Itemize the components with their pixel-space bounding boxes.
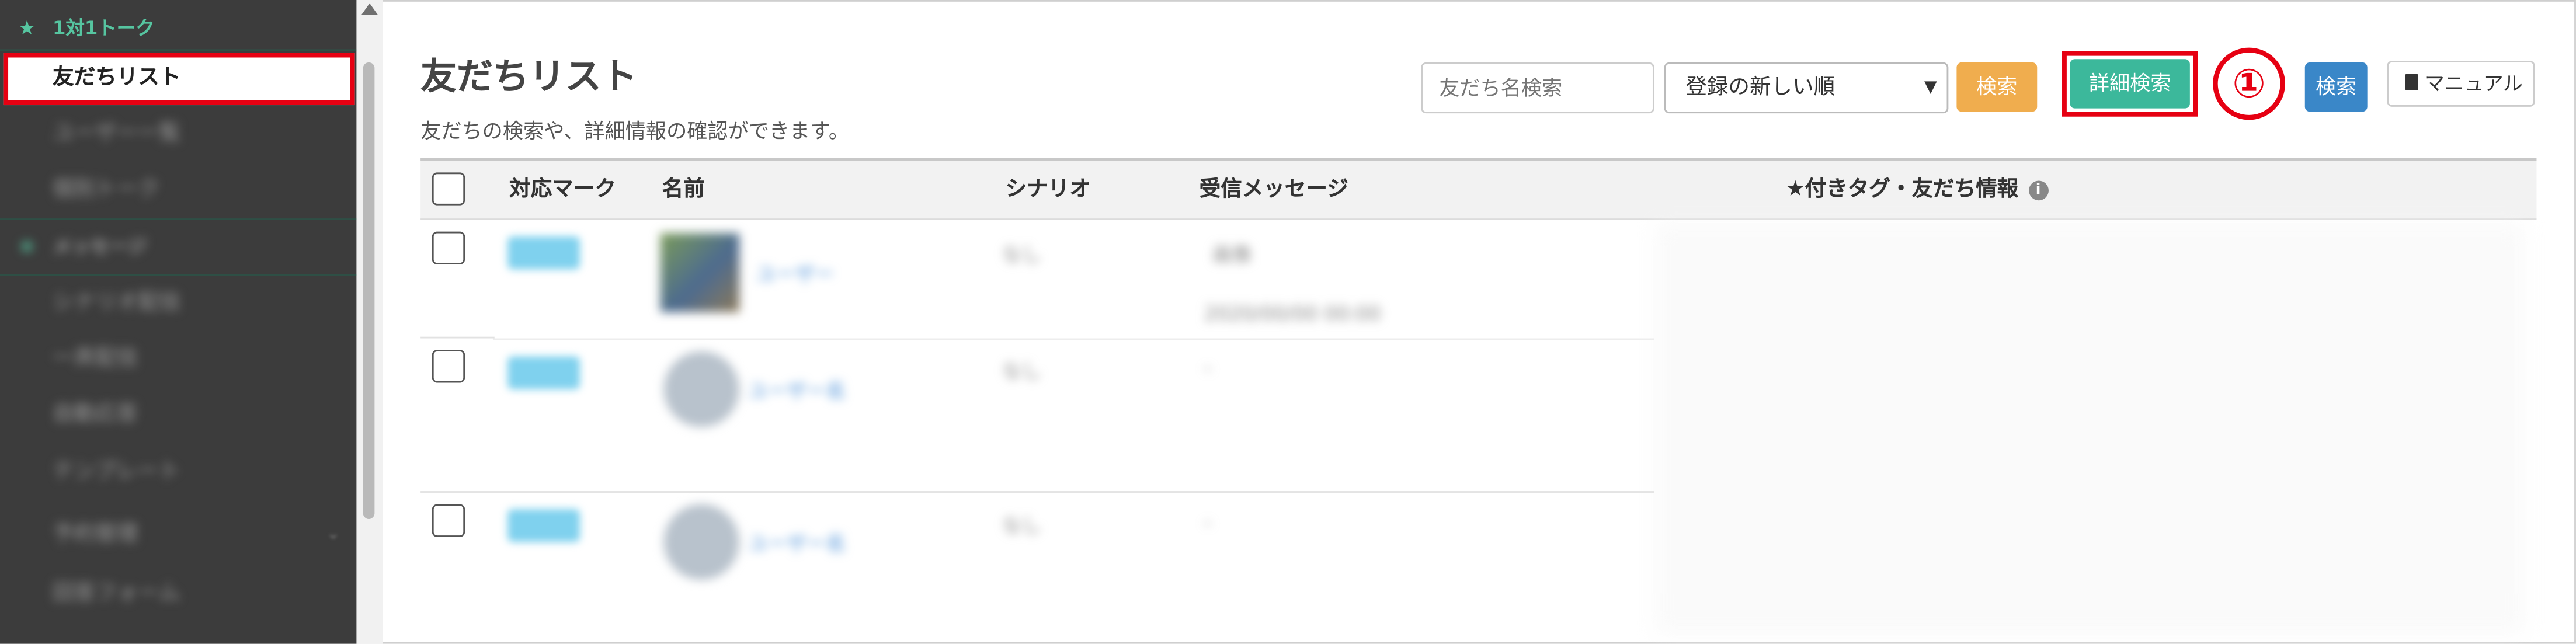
column-header-tags-info: ★付きタグ・友だち情報 i (1786, 161, 2048, 220)
sidebar-section-1on1-talk[interactable]: ★ 1対1トーク (0, 0, 356, 56)
scenario-cell: なし (1002, 243, 1042, 266)
column-header-received-message[interactable]: 受信メッセージ (1200, 161, 1348, 220)
star-icon: ★ (18, 16, 36, 40)
sidebar: ★ 1対1トーク 友だちリスト ユーザー一覧 個別トーク ★ メッセージ シナリ… (0, 0, 357, 644)
sidebar-item-label: 友だちリスト (53, 65, 181, 90)
document-icon (2405, 74, 2418, 90)
chevron-down-icon: ▼ (1924, 79, 1937, 97)
scroll-up-arrow-icon[interactable] (361, 3, 378, 15)
avatar (663, 504, 739, 580)
sidebar-item-label: 予約管理 (53, 522, 138, 547)
sidebar-item-label: 一斉配信 (53, 346, 138, 371)
sidebar-item-label: シナリオ配信 (53, 290, 181, 316)
column-header-name[interactable]: 名前 (662, 161, 705, 220)
status-badge (507, 236, 580, 270)
sidebar-divider (0, 49, 357, 51)
column-header-scenario[interactable]: シナリオ (1006, 161, 1091, 220)
row-checkbox[interactable] (432, 231, 465, 264)
sidebar-item-label: 自動応答 (53, 402, 138, 427)
row-divider (420, 491, 1654, 493)
page-subtitle: 友だちの検索や、詳細情報の確認ができます。 (420, 118, 850, 143)
received-message-cell: 画像 (1212, 243, 1252, 266)
received-date-cell: 2020/00/00 00:00 (1204, 302, 1381, 325)
row-divider (492, 338, 1654, 340)
friend-name-link[interactable]: ユーザー名 (748, 529, 846, 557)
sidebar-item[interactable]: 予約管理 ⌄ (0, 507, 356, 563)
star-icon: ★ (18, 235, 36, 258)
search-button[interactable]: 検索 (1956, 62, 2038, 112)
scenario-cell: なし (1002, 360, 1042, 383)
friend-name-link[interactable]: ユーザー名 (748, 376, 846, 404)
sidebar-item-friends-list[interactable]: 友だちリスト (3, 53, 355, 106)
friend-name-search-input[interactable] (1421, 62, 1654, 114)
sidebar-item-label: ユーザー一覧 (53, 121, 180, 147)
scenario-cell: なし (1002, 514, 1042, 537)
advanced-search-button[interactable]: 詳細検索 (2070, 59, 2190, 109)
received-message-cell: - (1204, 510, 1212, 534)
tags-info-blurred-area (1654, 223, 2525, 634)
scrollbar-thumb[interactable] (363, 62, 375, 519)
column-header-tags-info-label: ★付きタグ・友だち情報 (1785, 177, 2019, 203)
status-badge (507, 509, 580, 542)
column-header-mark[interactable]: 対応マーク (509, 161, 616, 220)
sidebar-item[interactable]: 自動応答 (0, 388, 356, 444)
sidebar-section-label: メッセージ (53, 235, 147, 258)
manual-button[interactable]: マニュアル (2387, 61, 2535, 107)
received-message-cell: - (1204, 356, 1212, 380)
sort-order-select[interactable]: 登録の新しい順 ▼ (1664, 62, 1949, 114)
table-header: 対応マーク 名前 シナリオ 受信メッセージ ★付きタグ・友だち情報 i (420, 158, 2537, 220)
manual-label: マニュアル (2425, 72, 2523, 96)
row-checkbox[interactable] (432, 504, 465, 537)
sidebar-item[interactable]: 個別トーク (0, 162, 356, 218)
friend-name-link[interactable]: ユーザー (756, 259, 834, 287)
avatar (663, 351, 739, 427)
step-marker: ① (2213, 47, 2286, 120)
sidebar-item-label: テンプレート (53, 459, 180, 485)
info-icon[interactable]: i (2028, 180, 2048, 201)
sidebar-item[interactable]: ユーザー一覧 (0, 107, 356, 163)
sidebar-item[interactable]: 一斉配信 (0, 332, 356, 388)
sidebar-scrollbar[interactable] (356, 0, 383, 644)
sidebar-item[interactable]: シナリオ配信 (0, 276, 356, 332)
sidebar-item-label: 個別トーク (53, 177, 159, 203)
sidebar-section-label: 1対1トーク (53, 16, 155, 40)
sidebar-item[interactable]: 回答フォーム (0, 567, 356, 623)
search-button-secondary[interactable]: 検索 (2304, 62, 2368, 112)
avatar (660, 233, 739, 312)
row-checkbox[interactable] (432, 350, 465, 383)
select-all-checkbox[interactable] (432, 172, 465, 206)
status-badge (507, 356, 580, 389)
sidebar-item-label: 回答フォーム (53, 581, 180, 607)
sidebar-item[interactable]: テンプレート (0, 445, 356, 501)
row-divider (420, 336, 495, 339)
chevron-down-icon: ⌄ (326, 525, 340, 544)
sidebar-section[interactable]: ★ メッセージ (0, 218, 356, 274)
page-title: 友だちリスト (420, 57, 638, 99)
sort-order-value: 登録の新しい順 (1685, 75, 1835, 100)
